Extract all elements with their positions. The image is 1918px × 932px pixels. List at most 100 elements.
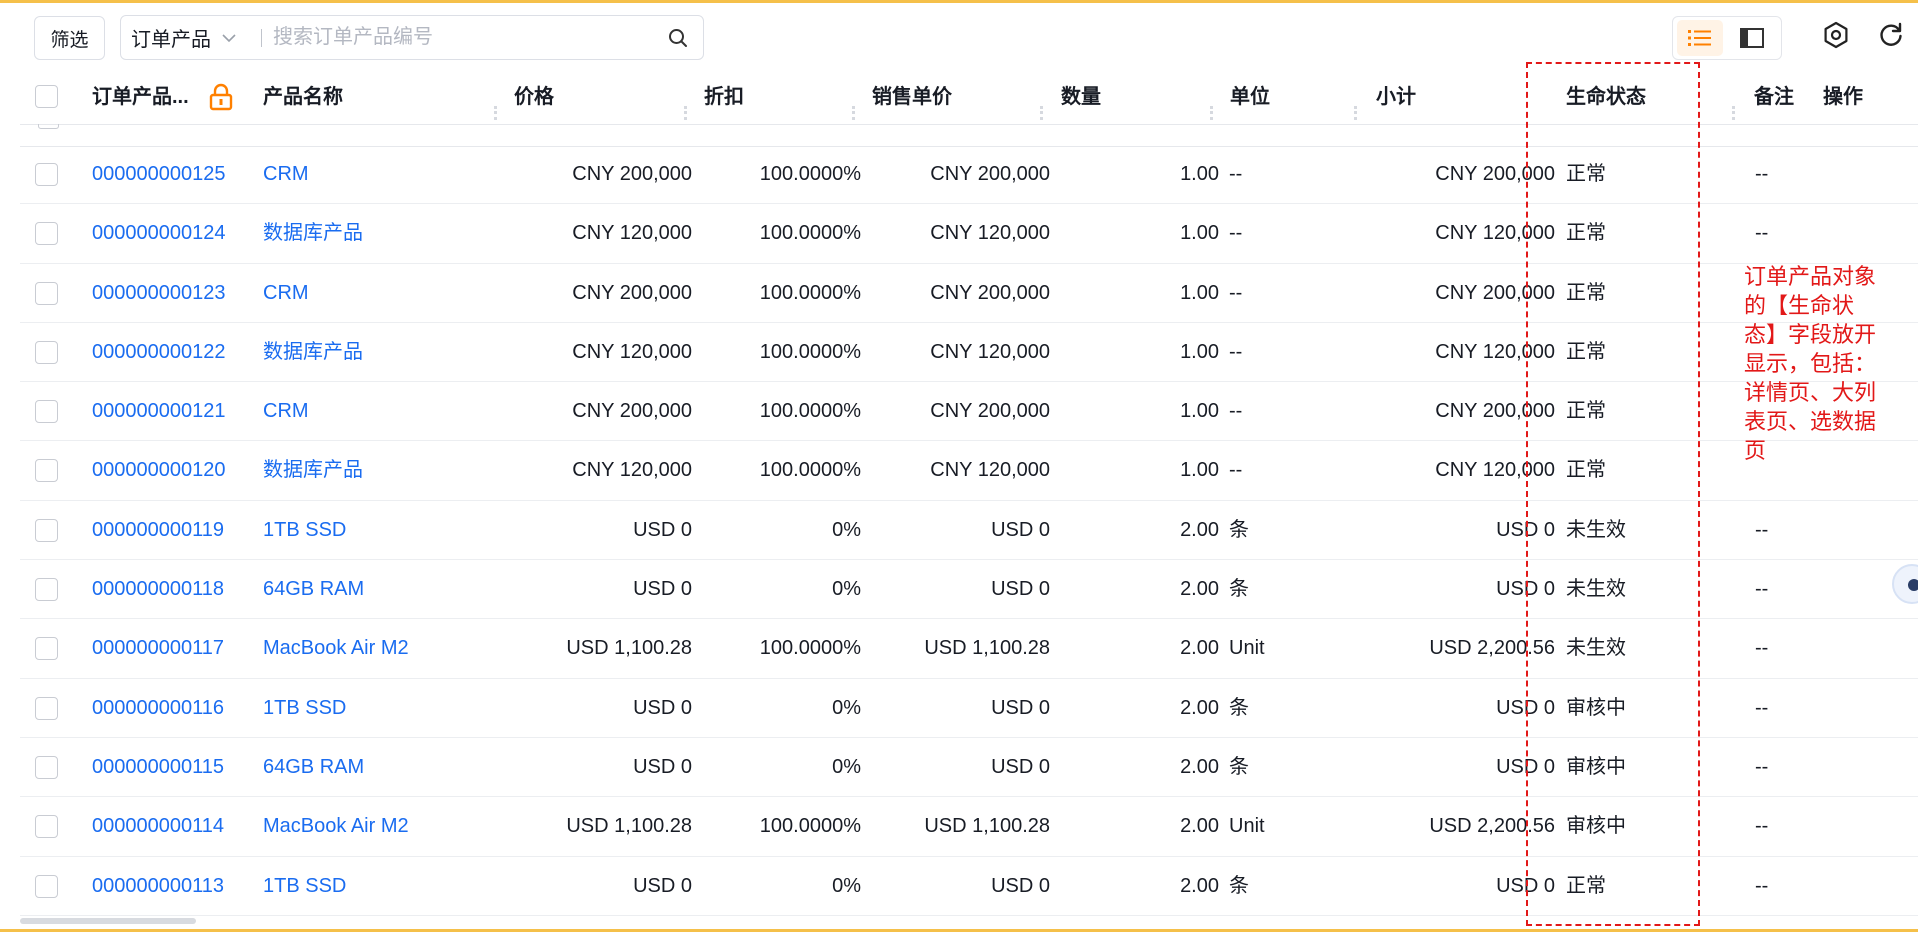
row-checkbox[interactable] [35,281,58,305]
cell-unit: 条 [1229,696,1249,719]
cell-unit: Unit [1229,815,1265,838]
cell-name[interactable]: 1TB SSD [263,679,346,737]
cell-code[interactable]: 000000000122 [92,323,225,381]
list-view-button[interactable] [1677,20,1723,56]
cell-price: CNY 120,000 [572,340,692,363]
cell-discount: 100.0000% [759,400,861,423]
row-checkbox[interactable] [35,578,58,602]
cell-name[interactable]: CRM [263,145,309,203]
cell-code[interactable]: 000000000117 [92,619,224,677]
row-checkbox[interactable] [35,163,58,186]
column-resizer[interactable] [1040,106,1043,120]
cell-name[interactable]: CRM [263,264,309,322]
split-view-button[interactable] [1729,20,1775,56]
row-checkbox[interactable] [35,400,58,424]
cell-sale-price: CNY 120,000 [930,222,1050,245]
cell-code[interactable]: 000000000113 [92,857,224,915]
filter-button[interactable]: 筛选 [34,16,105,60]
cell-code[interactable]: 000000000115 [92,738,224,796]
refresh-button[interactable] [1876,20,1906,50]
column-header-name[interactable]: 产品名称 [263,70,343,124]
column-header-subtotal[interactable]: 小计 [1376,70,1416,124]
refresh-icon [1880,22,1902,46]
cell-code[interactable]: 000000000114 [92,797,224,855]
search-input[interactable] [273,22,653,53]
row-checkbox[interactable] [35,340,58,364]
column-header-discount[interactable]: 折扣 [704,70,744,124]
row-checkbox[interactable] [35,459,58,483]
row-checkbox[interactable] [35,874,58,898]
assistant-icon [1908,579,1918,591]
column-resizer[interactable] [684,106,687,120]
cell-quantity: 2.00 [1180,696,1219,719]
column-header-quantity[interactable]: 数量 [1061,70,1101,124]
cell-discount: 0% [832,874,861,897]
cell-price: CNY 200,000 [572,400,692,423]
cell-price: USD 1,100.28 [566,815,692,838]
cell-quantity: 1.00 [1180,281,1219,304]
column-resizer[interactable] [852,106,855,120]
cell-name[interactable]: 1TB SSD [263,857,346,915]
row-checkbox[interactable] [35,222,58,246]
column-resizer[interactable] [1354,106,1357,120]
column-resizer[interactable] [1210,106,1213,120]
cell-quantity: 2.00 [1180,815,1219,838]
row-checkbox[interactable] [35,696,58,720]
search-icon[interactable] [667,27,689,49]
select-all-checkbox[interactable] [35,85,58,108]
cell-name[interactable]: MacBook Air M2 [263,619,409,677]
row-checkbox[interactable] [35,637,58,661]
cell-name[interactable]: 64GB RAM [263,738,364,796]
cell-name[interactable]: 数据库产品 [263,323,363,381]
cell-code[interactable]: 000000000125 [92,145,225,203]
cell-code[interactable]: 000000000124 [92,204,225,262]
column-header-unit[interactable]: 单位 [1230,70,1270,124]
cell-code[interactable]: 000000000121 [92,382,225,440]
cell-name[interactable]: MacBook Air M2 [263,797,409,855]
cell-name[interactable]: 64GB RAM [263,560,364,618]
cell-sale-price: CNY 200,000 [930,400,1050,423]
row-checkbox[interactable] [35,815,58,839]
cell-name[interactable]: 数据库产品 [263,441,363,499]
cell-name[interactable]: 1TB SSD [263,501,346,559]
settings-button[interactable] [1821,20,1851,50]
cell-code[interactable]: 000000000123 [92,264,225,322]
cell-sale-price: USD 0 [991,874,1050,897]
cell-sale-price: USD 0 [991,578,1050,601]
cell-remark: -- [1755,755,1769,778]
lock-icon[interactable] [208,83,234,111]
cell-code[interactable]: 000000000119 [92,501,224,559]
cell-code[interactable]: 000000000118 [92,560,224,618]
column-resizer[interactable] [494,106,497,120]
cell-remark: -- [1755,874,1769,897]
column-header-code[interactable]: 订单产品... [92,70,189,124]
column-header-price[interactable]: 价格 [514,70,554,124]
cell-discount: 100.0000% [759,281,861,304]
cell-discount: 100.0000% [759,815,861,838]
split-view-icon [1740,28,1764,48]
cell-price: USD 0 [633,874,692,897]
list-view-icon [1688,30,1711,46]
cell-sale-price: CNY 120,000 [930,340,1050,363]
cell-code[interactable]: 000000000116 [92,679,224,737]
cell-code[interactable]: 000000000120 [92,441,225,499]
cell-price: USD 0 [633,578,692,601]
cell-price: USD 1,100.28 [566,637,692,660]
cell-price: CNY 200,000 [572,163,692,185]
cell-sale-price: CNY 200,000 [930,281,1050,304]
row-checkbox [38,124,59,129]
cell-discount: 0% [832,518,861,541]
column-header-sale-price[interactable]: 销售单价 [872,70,952,124]
cell-name[interactable]: 数据库产品 [263,204,363,262]
cell-name[interactable]: CRM [263,382,309,440]
row-checkbox[interactable] [35,518,58,542]
cell-discount: 100.0000% [759,163,861,185]
column-resizer[interactable] [1732,106,1735,120]
cell-quantity: 1.00 [1180,163,1219,185]
horizontal-scrollbar[interactable] [20,918,196,924]
cell-unit: -- [1229,400,1243,423]
column-header-remark[interactable]: 备注 [1754,70,1794,124]
search-scope-select[interactable]: 订单产品 [131,16,237,59]
column-header-action[interactable]: 操作 [1823,70,1863,124]
row-checkbox[interactable] [35,755,58,779]
